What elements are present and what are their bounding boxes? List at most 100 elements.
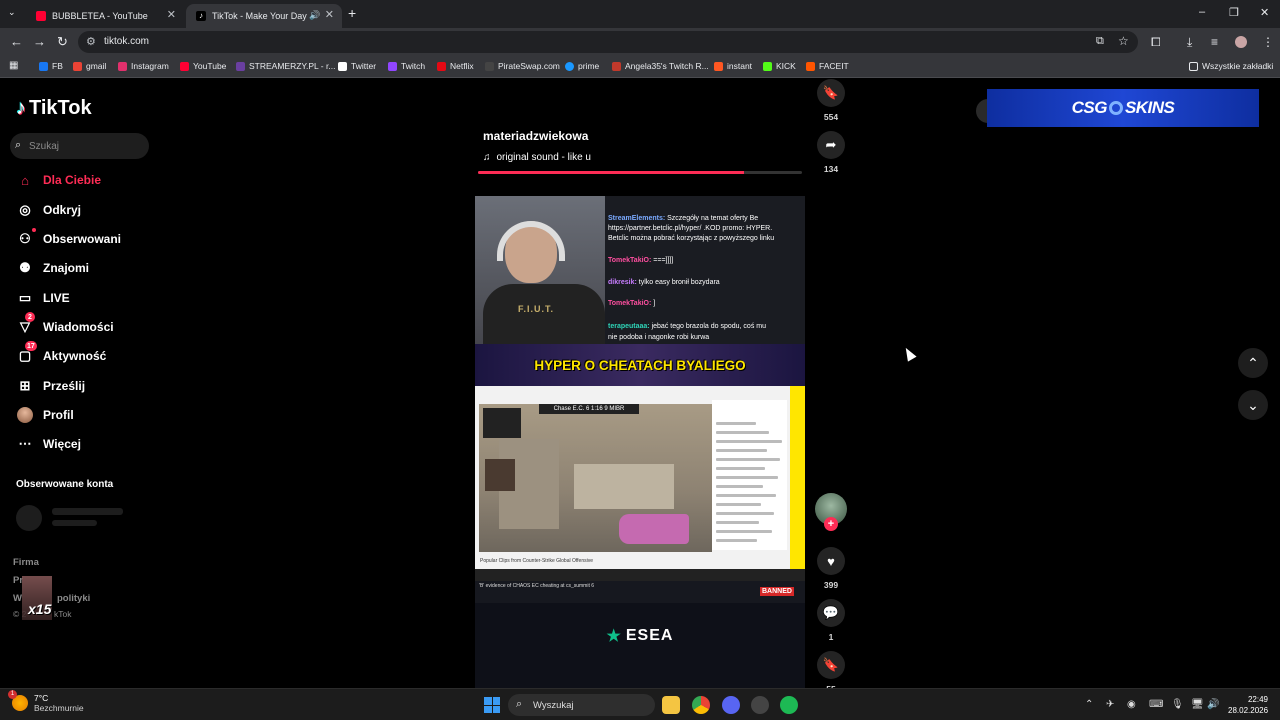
tab-search-icon[interactable]: ≡ xyxy=(1211,35,1218,49)
search-box[interactable]: ⌕ xyxy=(10,133,149,159)
close-window-icon[interactable]: ✕ xyxy=(1260,6,1269,19)
tiktok-logo[interactable]: ♪ TikTok xyxy=(16,97,92,120)
chevron-up-icon[interactable]: ⌃ xyxy=(1238,348,1268,378)
comment-icon[interactable]: 💬 xyxy=(817,599,845,627)
nav-przeslij[interactable]: ⊞ Prześlij xyxy=(16,374,85,398)
follow-plus-icon[interactable]: + xyxy=(824,517,838,531)
tray-network-icon[interactable]: 🖥 xyxy=(1191,699,1204,710)
chrome-icon[interactable] xyxy=(692,696,710,714)
video-player[interactable]: F.I.U.T. StreamElements: Szczegóły na te… xyxy=(475,196,805,688)
bookmark-star-icon[interactable]: ☆ xyxy=(1118,34,1129,48)
windows-start-icon[interactable] xyxy=(484,697,500,713)
chat-line: dikresik: tylko easy bronił bozydara xyxy=(608,278,720,288)
minimize-icon[interactable]: – xyxy=(1199,6,1205,18)
video-author[interactable]: materiadzwiekowa xyxy=(483,129,588,143)
footer-w[interactable]: W xyxy=(13,593,22,604)
downloads-icon[interactable]: ⤓ xyxy=(1187,35,1192,50)
tab-list-icon[interactable]: ⌄ xyxy=(8,7,16,18)
nav-obserwowani[interactable]: ⚇ Obserwowani xyxy=(16,227,121,251)
bookmark-instant[interactable]: instant xyxy=(714,61,752,71)
apps-grid-icon[interactable]: ▦ xyxy=(9,60,18,71)
tray-mic-icon[interactable]: 🎙 xyxy=(1171,699,1184,710)
nav-profil[interactable]: Profil xyxy=(16,403,74,427)
csgoskins-ad[interactable]: CSG SKINS xyxy=(987,89,1259,127)
close-icon[interactable]: ✕ xyxy=(167,8,176,21)
reload-icon[interactable]: ↻ xyxy=(57,34,68,50)
bookmark-streamerzy[interactable]: STREAMERZY.PL - r... xyxy=(236,61,335,71)
tray-discord-icon[interactable]: ◉ xyxy=(1127,699,1136,710)
twitch-chat-line xyxy=(716,476,778,479)
video-sound[interactable]: ♫ original sound - like u xyxy=(483,152,591,163)
browser-toolbar: ← → ↻ ⚙ tiktok.com ⧉ ☆ ⧠ ⤓ ≡ ⋮ xyxy=(0,28,1280,56)
netflix-icon xyxy=(437,61,446,71)
search-input[interactable] xyxy=(29,138,144,154)
tab-tiktok[interactable]: ♪ TikTok - Make Your Day 🔊 ✕ xyxy=(186,4,342,28)
forward-icon[interactable]: → xyxy=(33,34,46,49)
menu-icon[interactable]: ⋮ xyxy=(1262,35,1274,49)
bookmark-twitch[interactable]: Twitch xyxy=(388,61,425,71)
footer-firma[interactable]: Firma xyxy=(13,557,39,568)
tray-keyboard-icon[interactable]: ⌨ xyxy=(1149,699,1163,710)
nav-dla-ciebie[interactable]: ⌂ Dla Ciebie xyxy=(16,168,101,192)
bookmark-kick[interactable]: KICK xyxy=(763,61,796,71)
tray-volume-icon[interactable]: 🔊 xyxy=(1207,699,1219,710)
share-action[interactable]: ➦ 134 xyxy=(817,131,845,174)
bookmark-fb[interactable]: FB xyxy=(39,61,63,71)
all-bookmarks[interactable]: Wszystkie zakładki xyxy=(1189,61,1273,71)
site-info-icon[interactable]: ⚙ xyxy=(86,35,96,48)
file-explorer-icon[interactable] xyxy=(662,696,680,714)
discord-icon[interactable] xyxy=(722,696,740,714)
bookmark-netflix[interactable]: Netflix xyxy=(437,61,474,71)
chevron-down-icon[interactable]: ⌄ xyxy=(1238,390,1268,420)
like-action[interactable]: ♥ 399 xyxy=(817,547,845,590)
close-icon[interactable]: ✕ xyxy=(325,8,334,21)
weather-condition: Bezchmurnie xyxy=(34,703,84,713)
bookmark-youtube[interactable]: YouTube xyxy=(180,61,226,71)
bookmark-icon[interactable]: 🔖 xyxy=(817,651,845,679)
bookmark-faceit[interactable]: FACEIT xyxy=(806,61,849,71)
extensions-icon[interactable]: ⧠ xyxy=(1151,35,1161,50)
tray-chevron-icon[interactable]: ⌃ xyxy=(1085,699,1093,710)
nav-odkryj[interactable]: ◎ Odkryj xyxy=(16,198,81,222)
chat-text: ] xyxy=(653,300,656,307)
heart-icon[interactable]: ♥ xyxy=(817,547,845,575)
profile-avatar[interactable] xyxy=(1235,36,1247,48)
new-tab-icon[interactable]: + xyxy=(348,5,356,21)
bookmark-instagram[interactable]: Instagram xyxy=(118,61,169,71)
video-progress[interactable] xyxy=(478,171,802,174)
install-app-icon[interactable]: ⧉ xyxy=(1096,35,1104,48)
nav-wiadomosci[interactable]: ▽ 2 Wiadomości xyxy=(16,312,114,339)
tray-app-icon[interactable]: ✈ xyxy=(1106,699,1114,710)
author-avatar[interactable]: + xyxy=(815,493,847,531)
back-icon[interactable]: ← xyxy=(10,34,23,49)
bookmark-label: Angela35's Twitch R... xyxy=(625,61,709,71)
spotify-icon[interactable] xyxy=(780,696,798,714)
nav-znajomi[interactable]: ⚉ Znajomi xyxy=(16,256,89,280)
nav-aktywnosc[interactable]: ▢ 17 Aktywność xyxy=(16,341,106,368)
system-clock[interactable]: 22:49 28.02.2026 xyxy=(1228,694,1268,716)
speaker-icon[interactable]: 🔊 xyxy=(309,10,320,21)
bookmark-twitter[interactable]: Twitter xyxy=(338,61,376,71)
comment-action[interactable]: 💬 1 xyxy=(817,599,845,642)
app-icon[interactable] xyxy=(751,696,769,714)
ad-text-right: SKINS xyxy=(1124,98,1175,117)
bookmark-pirateswap[interactable]: PirateSwap.com xyxy=(485,61,560,71)
restore-icon[interactable]: ❐ xyxy=(1229,6,1239,19)
tab-youtube[interactable]: BUBBLETEA - YouTube ✕ xyxy=(26,4,184,28)
nav-live[interactable]: ▭ LIVE xyxy=(16,286,70,310)
bookmark-prime[interactable]: prime xyxy=(565,61,599,71)
nav-wiecej[interactable]: ⋯ Więcej xyxy=(16,432,81,456)
weather-widget[interactable]: 1 7°C Bezchmurnie xyxy=(8,690,84,713)
taskbar-search[interactable]: ⌕ Wyszukaj xyxy=(508,694,655,716)
banned-label: BANNED xyxy=(760,587,794,596)
bookmark-gmail[interactable]: gmail xyxy=(73,61,106,71)
bookmark-angela[interactable]: Angela35's Twitch R... xyxy=(612,61,709,71)
search-icon: ⌕ xyxy=(15,139,22,151)
share-icon[interactable]: ➦ xyxy=(817,131,845,159)
save-action-top[interactable]: 🔖 554 xyxy=(817,79,845,122)
footer-polityki[interactable]: polityki xyxy=(57,593,90,604)
address-bar[interactable]: ⚙ tiktok.com ⧉ ☆ xyxy=(78,31,1138,53)
chat-text: jebać tego brazola do spodu, coś mu xyxy=(651,323,766,330)
comment-count: 1 xyxy=(828,632,834,642)
bookmark-icon[interactable]: 🔖 xyxy=(817,79,845,107)
